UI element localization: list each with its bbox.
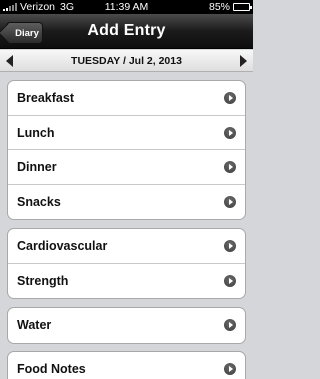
list-item-snacks[interactable]: Snacks bbox=[8, 185, 245, 220]
next-arrow-icon[interactable] bbox=[240, 55, 247, 67]
date-bar: TUESDAY / Jul 2, 2013 bbox=[0, 50, 253, 72]
date-label: TUESDAY / Jul 2, 2013 bbox=[71, 55, 182, 67]
chevron-right-circle-icon bbox=[224, 161, 236, 173]
chevron-right-circle-icon bbox=[224, 363, 236, 375]
status-right: 85% bbox=[208, 0, 252, 14]
notes-group: Food Notes bbox=[7, 351, 246, 379]
list-item-label: Lunch bbox=[17, 125, 55, 140]
list-item-lunch[interactable]: Lunch bbox=[8, 116, 245, 150]
navigation-bar: Diary Add Entry bbox=[0, 14, 253, 49]
list-item-cardiovascular[interactable]: Cardiovascular bbox=[8, 229, 245, 264]
chevron-right-circle-icon bbox=[224, 126, 236, 139]
list-item-label: Cardiovascular bbox=[17, 239, 108, 253]
back-button-label: Diary bbox=[15, 27, 39, 39]
list-item-label: Water bbox=[17, 318, 52, 332]
list-item-label: Food Notes bbox=[17, 362, 86, 376]
list-item-label: Breakfast bbox=[17, 91, 74, 105]
status-bar: Verizon 3G 11:39 AM 85% bbox=[0, 0, 253, 14]
list-item-water[interactable]: Water bbox=[8, 308, 245, 343]
list-item-food-notes[interactable]: Food Notes bbox=[8, 352, 245, 379]
list-item-label: Snacks bbox=[17, 194, 61, 209]
chevron-right-circle-icon bbox=[224, 92, 236, 104]
battery-percent: 85% bbox=[208, 1, 230, 13]
chevron-right-circle-icon bbox=[224, 240, 236, 252]
meals-group: Breakfast Lunch Dinner Snacks bbox=[7, 80, 246, 220]
list-item-strength[interactable]: Strength bbox=[8, 264, 245, 299]
battery-icon bbox=[233, 3, 252, 11]
list-item-label: Strength bbox=[17, 273, 69, 288]
chevron-right-circle-icon bbox=[224, 274, 236, 287]
list-item-dinner[interactable]: Dinner bbox=[8, 150, 245, 185]
water-group: Water bbox=[7, 307, 246, 344]
list-item-label: Dinner bbox=[17, 160, 57, 174]
chevron-right-circle-icon bbox=[224, 319, 236, 331]
list-item-breakfast[interactable]: Breakfast bbox=[8, 81, 245, 116]
chevron-right-circle-icon bbox=[224, 195, 236, 208]
exercise-group: Cardiovascular Strength bbox=[7, 228, 246, 299]
